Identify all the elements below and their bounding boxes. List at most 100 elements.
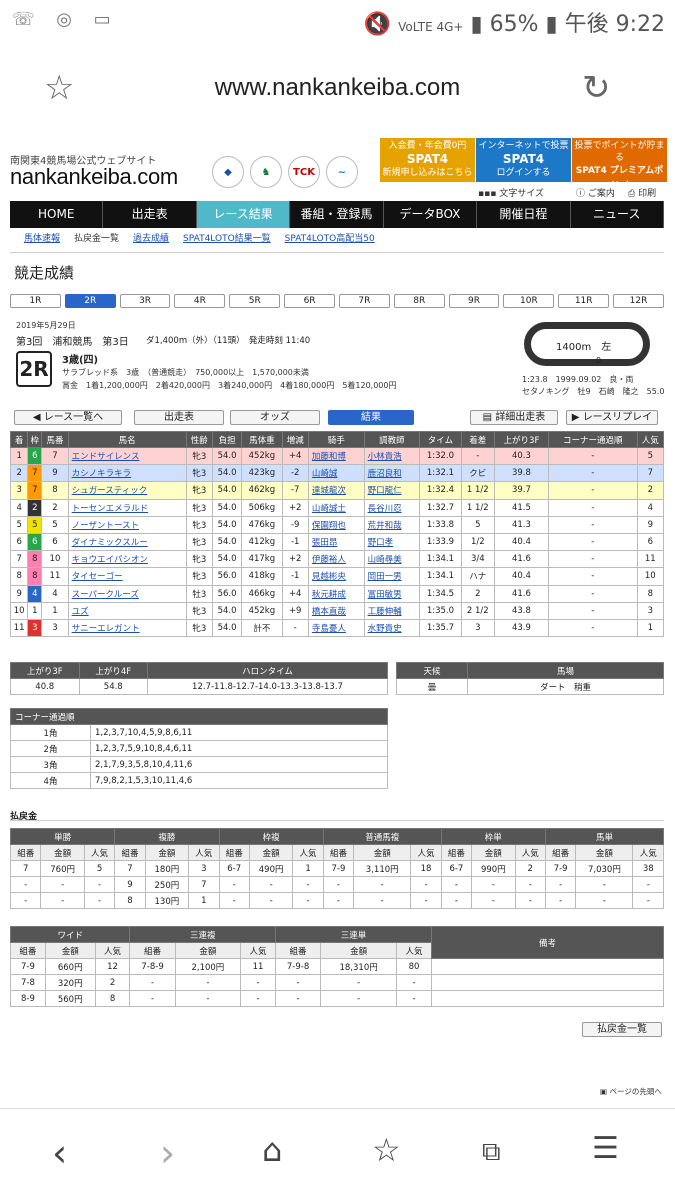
- trainer[interactable]: 山崎尋美: [363, 550, 421, 569]
- race-tab-9[interactable]: 9R: [448, 294, 500, 308]
- corner-row: 3角 2,1,7,9,3,5,8,10,4,11,6: [10, 756, 388, 773]
- urawa-emblem-icon[interactable]: ◆: [212, 156, 244, 188]
- jockey[interactable]: 寺島憂人: [307, 618, 365, 638]
- font-size-control[interactable]: ▪▪▪ 文字サイズ: [478, 186, 544, 199]
- nav-news[interactable]: ニュース: [571, 201, 664, 228]
- battery-icon: ▮: [545, 12, 558, 37]
- race-list-button[interactable]: ◀ レース一覧へ: [14, 410, 122, 425]
- bookmarks-icon[interactable]: ☆: [372, 1131, 401, 1169]
- replay-button[interactable]: ▶ レースリプレイ: [566, 410, 658, 425]
- nav-entries[interactable]: 出走表: [103, 201, 197, 228]
- payout-cell: 7: [114, 860, 146, 877]
- jockey[interactable]: 達城龍次: [307, 481, 365, 500]
- print-link[interactable]: ⎙ 印刷: [628, 186, 656, 199]
- payout-cell: 2: [514, 860, 546, 877]
- forward-icon[interactable]: ›: [160, 1131, 175, 1175]
- nav-programs[interactable]: 番組・登録馬: [290, 201, 384, 228]
- jockey[interactable]: 橋本直哉: [307, 601, 365, 620]
- payout-list-button[interactable]: 払戻金一覧: [582, 1022, 662, 1037]
- horse-name[interactable]: ユズ: [67, 601, 187, 620]
- payout-sub: 組番: [114, 844, 146, 861]
- jockey[interactable]: 山崎誠: [307, 464, 365, 483]
- race-tab-10[interactable]: 10R: [503, 294, 555, 308]
- horse-name[interactable]: カシノキラキラ: [67, 464, 187, 483]
- spat4-login-banner[interactable]: インターネットで投票 SPAT4 ログインする: [476, 138, 571, 182]
- funabashi-emblem-icon[interactable]: ♞: [250, 156, 282, 188]
- payout-cell: 760円: [40, 860, 85, 877]
- subnav-payouts[interactable]: 払戻金一覧: [74, 231, 119, 249]
- payout-cell: -: [40, 892, 85, 909]
- site-logo[interactable]: nankankeiba.com: [10, 164, 178, 190]
- nav-schedule[interactable]: 開催日程: [477, 201, 571, 228]
- back-icon[interactable]: ‹: [52, 1131, 67, 1175]
- nav-databox[interactable]: データBOX: [384, 201, 478, 228]
- horse-name[interactable]: トーセンエメラルド: [67, 498, 187, 517]
- horse-name[interactable]: キョウエイパシオン: [67, 550, 187, 569]
- tck-emblem-icon[interactable]: TCK: [288, 156, 320, 188]
- spat4-join-banner[interactable]: 入会費・年会費0円 SPAT4 新規申し込みはこちら: [380, 138, 475, 182]
- trainer[interactable]: 工藤伸輔: [363, 601, 421, 620]
- race-tab-7[interactable]: 7R: [338, 294, 390, 308]
- trainer[interactable]: 岡田一男: [363, 567, 421, 586]
- odds-button[interactable]: オッズ: [230, 410, 320, 425]
- menu-icon[interactable]: ☰: [592, 1131, 619, 1166]
- nav-results[interactable]: レース結果: [196, 201, 291, 228]
- race-tab-5[interactable]: 5R: [229, 294, 281, 308]
- trainer[interactable]: 長谷川忍: [363, 498, 421, 517]
- jockey[interactable]: 山崎誠士: [307, 498, 365, 517]
- jockey[interactable]: 伊藤裕人: [307, 550, 365, 569]
- trainer[interactable]: 野口孝: [363, 532, 421, 552]
- trainer[interactable]: 野口龍仁: [363, 481, 421, 500]
- subnav-past[interactable]: 過去成績: [133, 231, 169, 249]
- race-tab-8[interactable]: 8R: [393, 294, 445, 308]
- result-button[interactable]: 結果: [328, 410, 414, 425]
- url-text[interactable]: www.nankankeiba.com: [0, 74, 675, 102]
- horse-name[interactable]: タイセーゴー: [67, 567, 187, 586]
- horse-name[interactable]: スーパークルーズ: [67, 584, 187, 603]
- jockey[interactable]: 見越彬央: [307, 567, 365, 586]
- subnav-weight[interactable]: 馬体速報: [24, 231, 60, 249]
- race-tab-6[interactable]: 6R: [284, 294, 335, 308]
- horse-name[interactable]: エンドサイレンス: [67, 446, 187, 466]
- subnav-loto[interactable]: SPAT4LOTO結果一覧: [183, 231, 271, 249]
- race-tab-4[interactable]: 4R: [174, 294, 226, 308]
- race-card-button[interactable]: 出走表: [134, 410, 224, 425]
- trainer[interactable]: 水野貴史: [363, 618, 421, 638]
- weather-table: 天候 馬場 曇ダート 稍重: [396, 662, 664, 695]
- race-tab-1[interactable]: 1R: [10, 294, 61, 308]
- guide-link[interactable]: ⓘ ご案内: [576, 186, 615, 199]
- race-tab-3[interactable]: 3R: [119, 294, 171, 308]
- jockey[interactable]: 保園翔也: [307, 515, 365, 534]
- last-3f: 39.7: [493, 481, 549, 500]
- trainer[interactable]: 荒井和哉: [363, 515, 421, 534]
- horse-name[interactable]: シュガースティック: [67, 481, 187, 500]
- payout2-sub: 金額: [44, 942, 96, 959]
- race-tab-12[interactable]: 12R: [613, 294, 664, 308]
- jockey[interactable]: 張田昂: [307, 532, 365, 552]
- lap-h-4f: 上がり4F: [78, 662, 148, 679]
- subnav-loto50[interactable]: SPAT4LOTO高配当50: [285, 231, 375, 249]
- results-col-11: 着差: [460, 431, 495, 448]
- race-tab-11[interactable]: 11R: [558, 294, 610, 308]
- trainer[interactable]: 鹿沼良和: [363, 464, 421, 483]
- payout2-cell: -: [129, 974, 176, 991]
- tabs-icon[interactable]: ⧉: [482, 1137, 501, 1168]
- payout-cell: 1: [292, 860, 324, 877]
- reload-icon[interactable]: ↻: [582, 68, 611, 108]
- trainer[interactable]: 小林貴浩: [363, 446, 421, 466]
- weight-carried: 54.0: [211, 532, 243, 552]
- kawasaki-emblem-icon[interactable]: ~: [326, 156, 358, 188]
- horse-name[interactable]: ダイナミックスルー: [67, 532, 187, 552]
- horse-name[interactable]: サニーエレガント: [67, 618, 187, 638]
- trainer[interactable]: 冨田敏男: [363, 584, 421, 603]
- detail-card-button[interactable]: ▤ 詳細出走表: [470, 410, 558, 425]
- home-icon[interactable]: ⌂: [262, 1131, 282, 1169]
- spat4-premium-banner[interactable]: 投票でポイントが貯まる SPAT4 プレミアムポイント ログインする: [572, 138, 667, 205]
- jockey[interactable]: 加藤和博: [307, 446, 365, 466]
- race-tab-2[interactable]: 2R: [64, 294, 116, 308]
- horse-name[interactable]: ノーザントースト: [67, 515, 187, 534]
- jockey[interactable]: 秋元耕成: [307, 584, 365, 603]
- nav-home[interactable]: HOME: [10, 201, 104, 228]
- page-top-link[interactable]: ▣ ページの先頭へ: [600, 1086, 662, 1097]
- payout-cell: 3,110円: [353, 860, 412, 877]
